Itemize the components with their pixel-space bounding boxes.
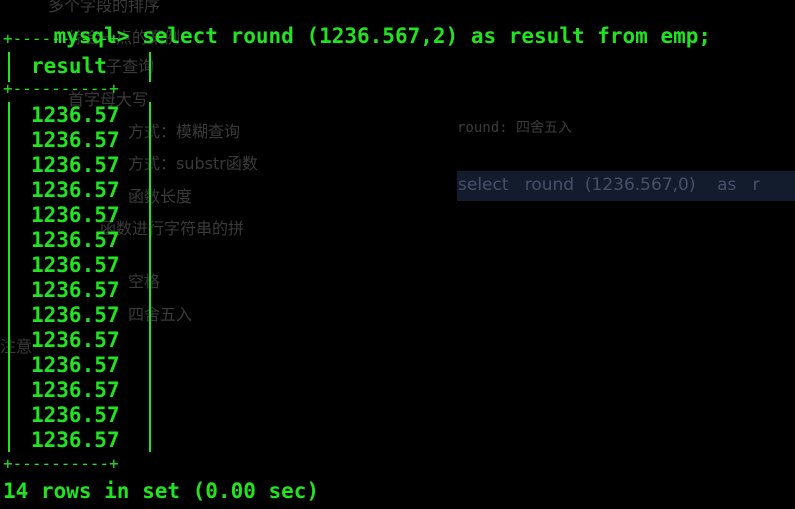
sql-command: select round (1236.567,2) as result from… xyxy=(142,24,712,48)
table-row: 1236.57 xyxy=(31,328,120,352)
table-row: 1236.57 xyxy=(31,428,120,452)
table-row: 1236.57 xyxy=(31,403,120,427)
table-row: 1236.57 xyxy=(31,278,120,302)
table-row: 1236.57 xyxy=(31,303,120,327)
table-border-top: +----------+ xyxy=(3,29,119,48)
table-border-bottom: +----------+ xyxy=(3,454,119,473)
table-row: 1236.57 xyxy=(31,203,120,227)
ghost-item: 四舍五入 xyxy=(128,305,193,324)
table-left-border xyxy=(8,102,10,452)
ghost-item: 方式：模糊查询 xyxy=(128,122,241,141)
ghost-item: 方式：substr函数 xyxy=(128,154,258,173)
table-row: 1236.57 xyxy=(31,153,120,177)
terminal-window[interactable]: 多个字段的排序 综合一点的案例 子查询 首字母大写 方式：模糊查询 方式：sub… xyxy=(0,0,795,509)
ghost-item: 函数长度 xyxy=(128,187,193,206)
table-border-mid: +----------+ xyxy=(3,79,119,98)
result-summary: 14 rows in set (0.00 sec) xyxy=(3,479,320,503)
table-right-border xyxy=(149,102,151,452)
table-row: 1236.57 xyxy=(31,253,120,277)
table-row: 1236.57 xyxy=(31,103,120,127)
table-left-border xyxy=(8,52,10,82)
table-row: 1236.57 xyxy=(31,353,120,377)
table-row: 1236.57 xyxy=(31,228,120,252)
ghost-item: 空格 xyxy=(128,272,161,291)
table-row: 1236.57 xyxy=(31,378,120,402)
table-header: result xyxy=(31,54,107,78)
table-row: 1236.57 xyxy=(31,128,120,152)
ghost-note: round: 四舍五入 xyxy=(457,120,573,136)
table-right-border xyxy=(149,52,151,82)
table-row: 1236.57 xyxy=(31,178,120,202)
ghost-code: select round (1236.567,0) as r xyxy=(458,175,760,195)
ghost-item: 注意 xyxy=(0,337,33,356)
ghost-item: 函数进行字符串的拼 xyxy=(100,219,245,238)
